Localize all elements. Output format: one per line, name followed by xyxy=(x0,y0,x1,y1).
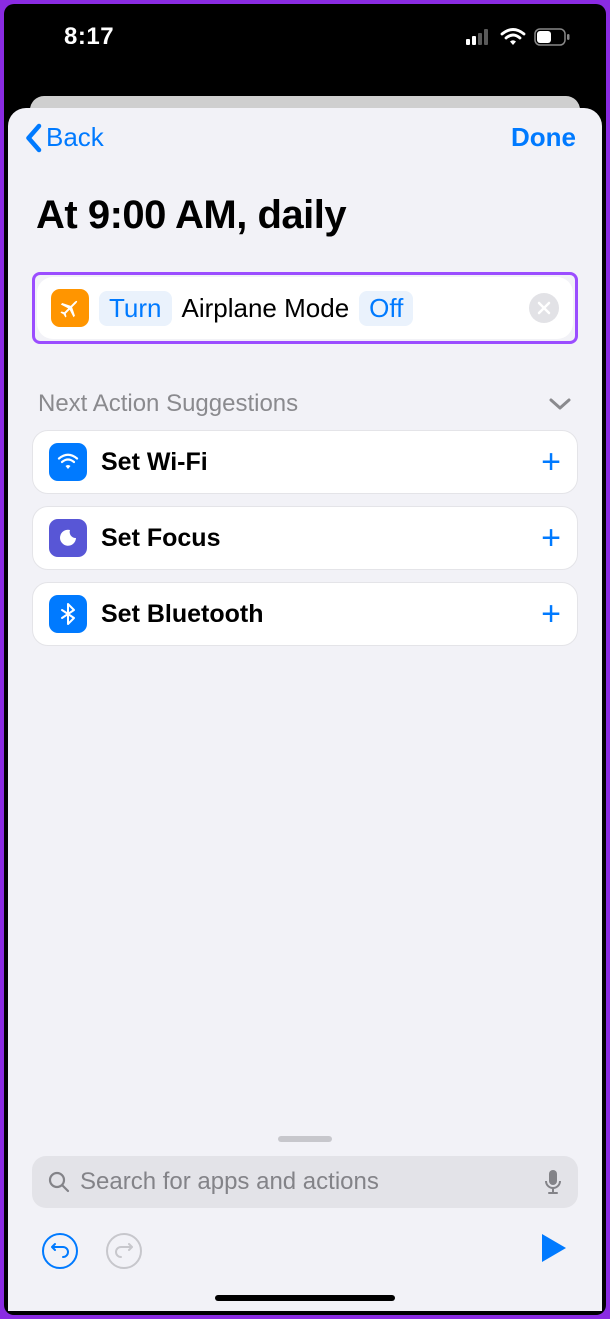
undo-button[interactable] xyxy=(42,1233,78,1269)
phone-frame: 8:17 Back Done At 9:00 AM, daily Turn Ai… xyxy=(4,4,606,1315)
wifi-icon xyxy=(500,27,526,47)
airplane-mode-icon xyxy=(51,289,89,327)
focus-icon xyxy=(49,519,87,557)
nav-bar: Back Done xyxy=(8,108,602,163)
search-icon xyxy=(48,1171,70,1193)
suggestion-label: Set Wi-Fi xyxy=(101,448,527,477)
wifi-icon xyxy=(49,443,87,481)
sheet-grabber[interactable] xyxy=(278,1136,332,1142)
add-icon: + xyxy=(541,445,561,479)
action-subject: Airplane Mode xyxy=(182,293,350,324)
close-icon xyxy=(537,301,551,315)
action-highlight-frame: Turn Airplane Mode Off xyxy=(32,272,578,344)
microphone-icon[interactable] xyxy=(544,1169,562,1195)
redo-button xyxy=(106,1233,142,1269)
status-bar: 8:17 xyxy=(4,4,606,70)
home-indicator[interactable] xyxy=(215,1295,395,1301)
search-input[interactable]: Search for apps and actions xyxy=(32,1156,578,1208)
chevron-down-icon xyxy=(548,397,572,411)
redo-icon xyxy=(114,1241,134,1261)
back-label: Back xyxy=(46,122,104,153)
status-time: 8:17 xyxy=(64,23,114,51)
suggestion-set-wifi[interactable]: Set Wi-Fi + xyxy=(32,430,578,494)
search-placeholder: Search for apps and actions xyxy=(80,1168,534,1196)
undo-icon xyxy=(50,1241,70,1261)
run-button[interactable] xyxy=(540,1232,568,1269)
cellular-icon xyxy=(466,29,492,45)
action-card[interactable]: Turn Airplane Mode Off xyxy=(37,277,573,339)
chevron-left-icon xyxy=(22,123,44,153)
suggestion-set-bluetooth[interactable]: Set Bluetooth + xyxy=(32,582,578,646)
add-icon: + xyxy=(541,597,561,631)
suggestions-header-label: Next Action Suggestions xyxy=(38,390,298,418)
toolbar xyxy=(8,1226,602,1287)
automation-title: At 9:00 AM, daily xyxy=(8,163,602,272)
remove-action-button[interactable] xyxy=(529,293,559,323)
battery-icon xyxy=(534,28,570,46)
done-button[interactable]: Done xyxy=(511,122,576,153)
bluetooth-icon xyxy=(49,595,87,633)
suggestion-label: Set Bluetooth xyxy=(101,600,527,629)
action-state-pill[interactable]: Off xyxy=(359,291,413,326)
suggestions-header[interactable]: Next Action Suggestions xyxy=(8,344,602,430)
modal-sheet: Back Done At 9:00 AM, daily Turn Airplan… xyxy=(8,108,602,1311)
suggestion-label: Set Focus xyxy=(101,524,527,553)
action-verb-pill[interactable]: Turn xyxy=(99,291,172,326)
status-icons xyxy=(466,27,570,47)
play-icon xyxy=(540,1232,568,1264)
bottom-panel: Search for apps and actions xyxy=(8,1122,602,1311)
suggestion-set-focus[interactable]: Set Focus + xyxy=(32,506,578,570)
back-button[interactable]: Back xyxy=(22,122,104,153)
add-icon: + xyxy=(541,521,561,555)
